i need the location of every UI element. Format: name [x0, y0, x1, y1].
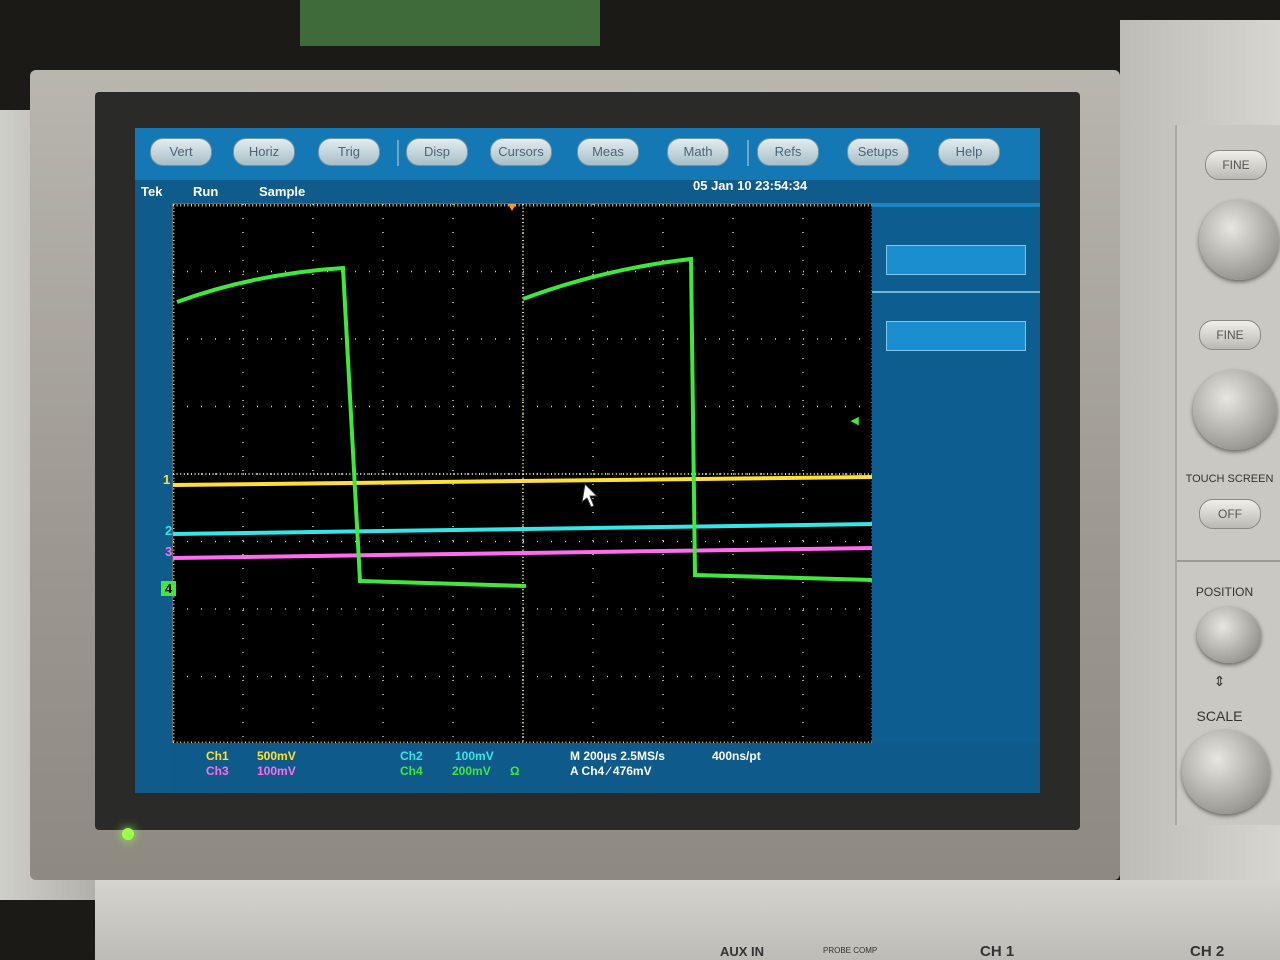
- waveform-traces: [172, 256, 874, 588]
- menu-setups[interactable]: Setups: [847, 138, 909, 166]
- ch2-ground-marker: 2: [165, 523, 173, 538]
- touch-screen-label: TOUCH SCREEN: [1185, 473, 1274, 485]
- upper-knob[interactable]: [1199, 200, 1279, 280]
- ch1-ground-marker: 1: [163, 472, 171, 487]
- side-panel-top: [872, 203, 1040, 207]
- side-panel-field-1[interactable]: [886, 245, 1026, 275]
- horizontal-settings: M 200µs 2.5MS/s: [570, 749, 665, 763]
- trigger-position-icon: [508, 204, 516, 211]
- ch2-connector-label: CH 2: [1190, 943, 1225, 960]
- ch3-ground-marker: 3: [165, 544, 173, 559]
- panel-divider: [1177, 560, 1280, 562]
- record-resolution: 400ns/pt: [712, 749, 761, 763]
- front-panel-strip: AUX IN PROBE COMP CH 1 CH 2: [95, 880, 1280, 960]
- touch-screen-off-button[interactable]: OFF: [1199, 499, 1261, 529]
- ch3-scale: 100mV: [257, 764, 296, 778]
- ch3-label: Ch3: [206, 764, 229, 778]
- ch4-scale: 200mV: [452, 764, 491, 778]
- menu-math[interactable]: Math: [667, 138, 729, 166]
- fine-button-2[interactable]: FINE: [1199, 320, 1261, 350]
- ch4-termination: Ω: [510, 764, 520, 778]
- aux-in-label: AUX IN: [720, 944, 765, 959]
- menu-meas[interactable]: Meas: [577, 138, 639, 166]
- ch4-trace: [176, 256, 874, 588]
- scale-knob[interactable]: [1182, 730, 1270, 814]
- menu-cursors[interactable]: Cursors: [490, 138, 552, 166]
- mouse-cursor-icon: [581, 482, 599, 508]
- menu-separator: [397, 140, 399, 166]
- ch2-label: Ch2: [400, 749, 423, 763]
- acquisition-mode: Sample: [259, 184, 306, 199]
- side-panel-divider: [872, 291, 1040, 293]
- brand-label: Tek: [141, 184, 163, 199]
- power-led: [122, 828, 134, 840]
- menu-disp[interactable]: Disp: [406, 138, 468, 166]
- position-label: POSITION: [1195, 585, 1254, 599]
- scale-label: SCALE: [1196, 708, 1243, 724]
- control-panel: FINE FINE TOUCH SCREEN OFF POSITION ⇕ SC…: [1175, 125, 1280, 825]
- side-panel-field-2[interactable]: [886, 321, 1026, 351]
- readout-bar: Ch1 500mV Ch3 100mV Ch2 100mV Ch4 200mV …: [172, 743, 1040, 793]
- menu-vert[interactable]: Vert: [150, 138, 212, 166]
- oscilloscope-screen: Vert Horiz Trig Disp Cursors Meas Math R…: [135, 128, 1040, 793]
- probe-comp-label: PROBE COMP: [823, 946, 878, 955]
- menu-refs[interactable]: Refs: [757, 138, 819, 166]
- graticule-svg: [171, 203, 875, 745]
- ch1-scale: 500mV: [257, 749, 296, 763]
- waveform-graticule[interactable]: 1 2 3 4 ◂: [161, 203, 875, 745]
- menu-horiz[interactable]: Horiz: [233, 138, 295, 166]
- menu-help[interactable]: Help: [938, 138, 1000, 166]
- ch3-trace: [172, 546, 874, 560]
- ch1-connector-label: CH 1: [980, 943, 1015, 960]
- ch4-label: Ch4: [400, 764, 423, 778]
- ch4-ground-marker: 4: [161, 581, 177, 596]
- graticule-grid: [171, 203, 875, 745]
- date-time: 05 Jan 10 23:54:34: [693, 178, 808, 193]
- status-bar: Tek Run Sample 05 Jan 10 23:54:34: [135, 178, 1040, 204]
- fine-button-1[interactable]: FINE: [1205, 150, 1267, 180]
- ch2-scale: 100mV: [455, 749, 494, 763]
- menu-trig[interactable]: Trig: [318, 138, 380, 166]
- run-state: Run: [193, 184, 219, 199]
- background-circuit-board: [300, 0, 600, 46]
- side-panel: [872, 203, 1040, 743]
- trigger-settings: A Ch4 ∕ 476mV: [570, 764, 652, 778]
- trigger-level-icon: ◂: [851, 412, 859, 429]
- menu-separator: [747, 140, 749, 166]
- scale-arrows-icon: ⇕: [1213, 673, 1226, 689]
- middle-knob[interactable]: [1193, 370, 1277, 450]
- ch1-label: Ch1: [206, 749, 229, 763]
- menu-bar: Vert Horiz Trig Disp Cursors Meas Math R…: [135, 128, 1040, 180]
- position-knob[interactable]: [1197, 607, 1261, 663]
